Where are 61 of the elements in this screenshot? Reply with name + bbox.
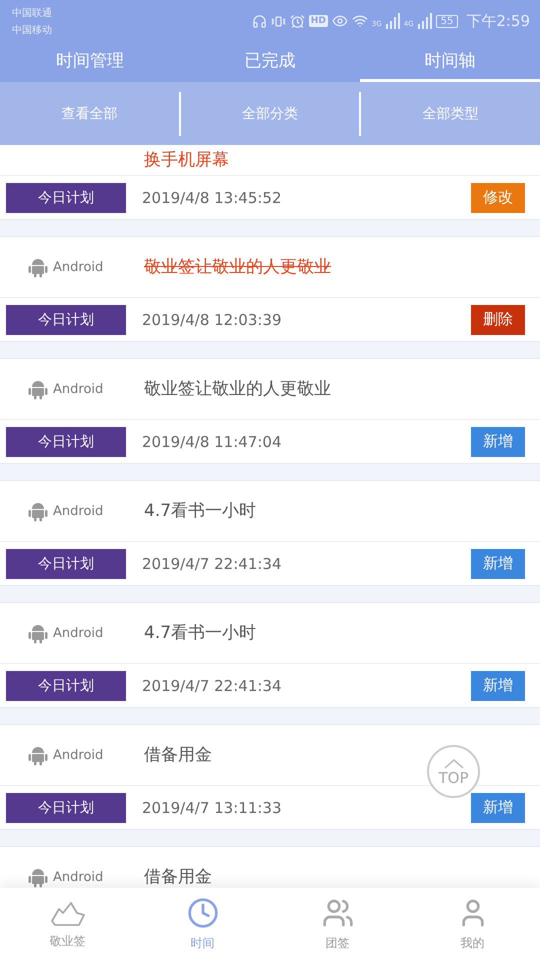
action-button[interactable]: 新增 bbox=[471, 670, 525, 700]
hd-badge: HD bbox=[308, 15, 328, 27]
entry-time: 2019/4/8 11:47:04 bbox=[142, 432, 283, 450]
nav-label[interactable]: 团签 bbox=[326, 934, 350, 952]
platform-label: Android bbox=[53, 504, 104, 518]
entry-title: 换手机屏幕 bbox=[144, 150, 229, 170]
plan-tag: 今日计划 bbox=[6, 426, 126, 456]
wifi-icon bbox=[352, 13, 368, 29]
action-button[interactable]: 新增 bbox=[471, 548, 525, 578]
clock-icon[interactable] bbox=[186, 896, 218, 928]
platform-label: Android bbox=[53, 626, 104, 640]
nav-label[interactable]: 敬业签 bbox=[50, 932, 86, 950]
signal-icon bbox=[386, 13, 400, 29]
platform-label: Android bbox=[53, 870, 104, 884]
carrier-name: 中国移动 bbox=[12, 24, 52, 36]
filter-dropdown[interactable]: 全部类型 bbox=[359, 92, 540, 136]
platform-label: Android bbox=[53, 748, 104, 762]
android-icon bbox=[27, 378, 49, 400]
entry-time: 2019/4/8 13:45:52 bbox=[142, 188, 283, 206]
tab[interactable]: 时间管理 bbox=[0, 42, 180, 82]
plan-tag: 今日计划 bbox=[6, 304, 126, 334]
action-button[interactable]: 删除 bbox=[471, 304, 525, 334]
entry-time: 2019/4/7 13:11:33 bbox=[142, 798, 283, 816]
entry-time: 2019/4/7 22:41:34 bbox=[142, 554, 283, 572]
people-icon[interactable] bbox=[322, 896, 354, 928]
entry-title: 借备用金 bbox=[144, 745, 212, 765]
entry-title: 敬业签让敬业的人更敬业 bbox=[144, 257, 331, 277]
action-button[interactable]: 新增 bbox=[471, 426, 525, 456]
plan-tag: 今日计划 bbox=[6, 182, 126, 212]
filter-dropdown[interactable]: 查看全部 bbox=[0, 92, 179, 136]
entry-title: 借备用金 bbox=[144, 867, 212, 887]
chevron-up-icon bbox=[444, 759, 464, 769]
vibrate-icon bbox=[270, 14, 286, 28]
entry-title: 敬业签让敬业的人更敬业 bbox=[144, 379, 331, 399]
android-icon bbox=[27, 622, 49, 644]
android-icon bbox=[27, 744, 49, 766]
action-button[interactable]: 修改 bbox=[471, 182, 525, 212]
action-button[interactable]: 新增 bbox=[471, 792, 525, 822]
carrier-name: 中国联通 bbox=[12, 6, 52, 20]
plan-tag: 今日计划 bbox=[6, 792, 126, 822]
entry-title: 4.7看书一小时 bbox=[144, 623, 256, 643]
entry-time: 2019/4/7 22:41:34 bbox=[142, 676, 283, 694]
android-icon bbox=[27, 500, 49, 522]
tab[interactable]: 已完成 bbox=[180, 42, 360, 82]
clock-time: 下午2:59 bbox=[466, 12, 530, 30]
nav-label[interactable]: 我的 bbox=[460, 934, 484, 952]
android-icon bbox=[27, 866, 49, 888]
filter-dropdown[interactable]: 全部分类 bbox=[178, 92, 360, 136]
platform-label: Android bbox=[53, 382, 104, 396]
android-icon bbox=[27, 256, 49, 278]
plan-tag: 今日计划 bbox=[6, 670, 126, 700]
battery-level: 55 bbox=[436, 14, 458, 28]
headphones-icon bbox=[252, 14, 267, 28]
entry-title: 4.7看书一小时 bbox=[144, 501, 256, 521]
nav-label[interactable]: 时间 bbox=[190, 934, 214, 952]
plan-tag: 今日计划 bbox=[6, 548, 126, 578]
entry-time: 2019/4/8 12:03:39 bbox=[142, 310, 283, 328]
signal-icon bbox=[418, 13, 432, 29]
platform-label: Android bbox=[53, 260, 104, 274]
eye-icon bbox=[332, 13, 348, 29]
alarm-icon bbox=[290, 14, 305, 28]
